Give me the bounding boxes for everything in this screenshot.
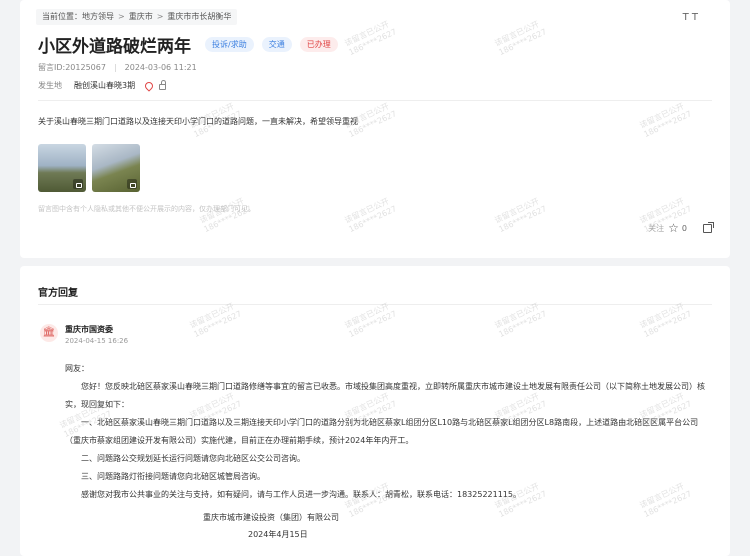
follow-count: 0	[681, 223, 687, 233]
message-card: 当前位置：地方领导 > 重庆市 > 重庆市市长胡衡华 T T 小区外道路破烂两年 投诉/…	[20, 0, 730, 258]
reply-paragraph: 二、问题路公交规划延长运行问题请您向北碚区公交公司咨询。	[81, 454, 305, 463]
breadcrumb-item-leaders[interactable]: 地方领导	[82, 12, 114, 21]
page-title: 小区外道路破烂两年	[38, 37, 191, 57]
org-avatar-icon: 🏛	[40, 324, 58, 342]
message-content: 关于溪山春晓三期门口道路以及连接天印小学门口的道路问题，一直未解决，希望领导重视	[38, 117, 358, 126]
breadcrumb: 当前位置：地方领导 > 重庆市 > 重庆市市长胡衡华	[36, 9, 238, 25]
tag-domain: 交通	[261, 37, 292, 52]
reply-paragraph: 您好！您反映北碚区蔡家溪山春晓三期门口道路修缮等事宜的留言已收悉。市域投集团高度…	[65, 382, 705, 409]
reply-signature-org: 重庆市城市建设投资（集团）有限公司	[203, 513, 339, 522]
status-badge: 已办理	[299, 37, 338, 52]
breadcrumb-label: 当前位置：	[42, 12, 82, 21]
breadcrumb-item-city[interactable]: 重庆市	[129, 12, 153, 21]
reply-paragraph: 感谢您对我市公共事业的关注与支持，如有疑问，请与工作人员进一步沟通。联系人：胡青…	[81, 490, 521, 499]
location-value: 融创溪山春晓3期	[74, 81, 136, 90]
location-label: 发生地	[38, 81, 62, 90]
font-size-icon[interactable]: T T	[683, 12, 698, 23]
message-id: 留言ID:20125067	[38, 63, 106, 72]
tag-type: 投诉/求助	[205, 37, 254, 52]
breadcrumb-item-mayor[interactable]: 重庆市市长胡衡华	[167, 12, 231, 21]
reply-signature-date: 2024年4月15日	[248, 530, 308, 539]
privacy-disclaimer: 留言图中含有个人隐私或其他不便公开展示的内容，仅办理部门可见。	[38, 205, 255, 213]
follow-label: 关注	[648, 223, 665, 233]
divider	[38, 100, 712, 101]
lock-icon	[159, 80, 167, 90]
lock-icon	[73, 179, 83, 189]
image-thumbnail[interactable]	[92, 144, 140, 192]
message-datetime: 2024-03-06 11:21	[124, 63, 197, 72]
reply-org-name: 重庆市国资委	[65, 325, 113, 334]
lock-icon	[127, 179, 137, 189]
reply-time: 2024-04-15 16:26	[65, 337, 129, 345]
image-gallery	[38, 144, 146, 192]
meta-row: 留言ID:20125067 | 2024-03-06 11:21	[38, 63, 197, 72]
divider	[38, 304, 712, 305]
location-row: 发生地 融创溪山春晓3期	[38, 79, 167, 92]
reply-header: 官方回复	[38, 288, 78, 299]
star-icon[interactable]: ☆	[668, 222, 679, 234]
map-pin-icon[interactable]	[143, 79, 155, 92]
image-thumbnail[interactable]	[38, 144, 86, 192]
reply-greeting: 网友：	[65, 364, 89, 373]
reply-paragraph: 一、北碚区蔡家溪山春晓三期门口道路以及三期连接天印小学门口的道路分别为北碚区蔡家…	[65, 418, 699, 445]
official-reply-card: 官方回复 🏛 重庆市国资委 2024-04-15 16:26 网友： 您好！您反…	[20, 266, 730, 556]
action-bar: 关注 ☆ 0	[648, 221, 714, 234]
reply-paragraph: 三、问题路路灯衔接问题请您向北碚区城管局咨询。	[81, 472, 265, 481]
reply-body: 网友： 您好！您反映北碚区蔡家溪山春晓三期门口道路修缮等事宜的留言已收悉。市域投…	[65, 360, 710, 504]
share-icon[interactable]	[703, 221, 714, 233]
